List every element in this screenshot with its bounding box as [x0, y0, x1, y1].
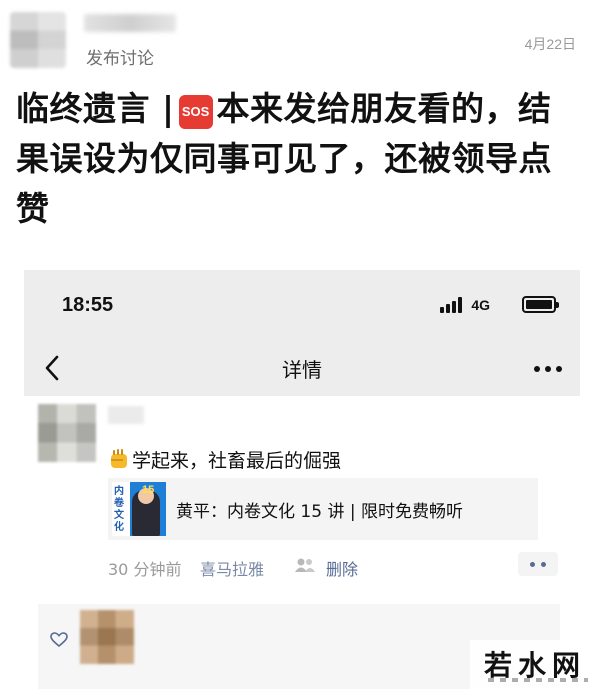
- moment-source-link[interactable]: 喜马拉雅: [200, 556, 264, 580]
- cover-number: 15: [142, 484, 155, 496]
- comment-more-button[interactable]: [518, 552, 558, 576]
- post-subtitle: 发布讨论: [86, 49, 154, 69]
- battery-icon: [522, 296, 559, 313]
- heart-icon: [50, 632, 68, 648]
- signal-icon: [440, 297, 462, 313]
- nav-title: 详情: [282, 358, 322, 382]
- post-date: 4月22日: [524, 36, 576, 52]
- moment-author-name-blurred[interactable]: [108, 406, 144, 424]
- more-icon[interactable]: [534, 364, 562, 374]
- visibility-people-icon[interactable]: [294, 557, 316, 573]
- network-label: 4G: [471, 297, 490, 313]
- watermark: 若水网: [470, 640, 600, 689]
- sos-icon: SOS: [178, 95, 213, 129]
- liker-avatar[interactable]: [80, 610, 134, 664]
- delete-button[interactable]: 删除: [326, 556, 358, 580]
- moment-text: 学起来，社畜最后的倔强: [108, 446, 341, 473]
- embedded-screenshot: 18:55 4G 详情 学起来，社畜最后的倔强 内卷文化 15 黄平：内卷文化 …: [24, 270, 580, 689]
- link-cover-thumbnail: 内卷文化 15: [112, 482, 166, 536]
- status-time: 18:55: [62, 294, 114, 316]
- moment-author-avatar[interactable]: [38, 404, 96, 462]
- status-bar: 18:55 4G: [24, 270, 580, 340]
- watermark-underline: [488, 678, 588, 682]
- moment-time: 30 分钟前: [108, 560, 182, 579]
- post-author-name-blurred[interactable]: [84, 14, 176, 32]
- shared-link-card[interactable]: 内卷文化 15 黄平：内卷文化 15 讲 | 限时免费畅听: [108, 478, 538, 540]
- cover-side-text: 内卷文化: [114, 486, 124, 533]
- post-author-avatar[interactable]: [10, 12, 66, 68]
- moment-text-content: 学起来，社畜最后的倔强: [132, 450, 342, 472]
- nav-bar: 详情: [24, 340, 580, 396]
- fist-emoji-icon: [108, 448, 130, 470]
- post-title: 临终遗言 | SOS 本来发给朋友看的，结果误设为仅同事可见了，还被领导点赞: [16, 84, 584, 234]
- link-title: 黄平：内卷文化 15 讲 | 限时免费畅听: [176, 502, 463, 522]
- post-title-part1: 临终遗言 |: [16, 89, 175, 128]
